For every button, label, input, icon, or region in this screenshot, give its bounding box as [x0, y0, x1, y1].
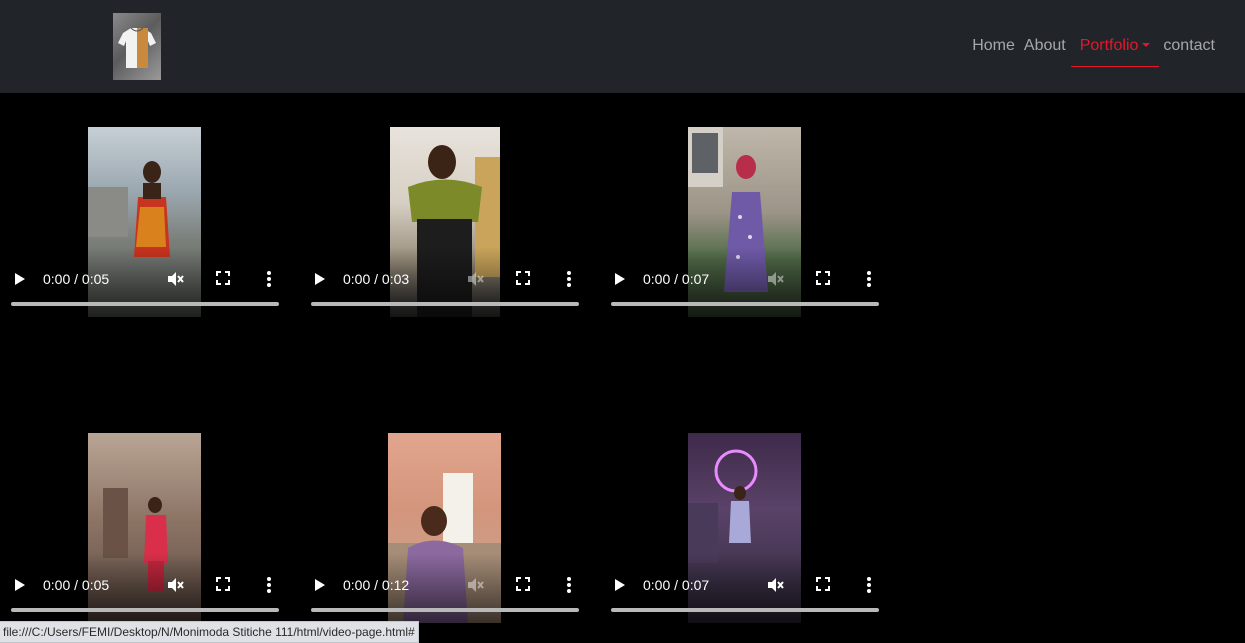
more-options-icon[interactable]	[265, 270, 273, 293]
video-time: 0:00 / 0:12	[343, 577, 410, 593]
video-time: 0:00 / 0:07	[643, 577, 710, 593]
video-progress-bar[interactable]	[611, 302, 879, 306]
brand-logo[interactable]	[113, 13, 161, 80]
video-thumbnail	[688, 127, 801, 317]
video-player[interactable]: 0:00 / 0:07	[611, 127, 881, 317]
more-options-icon[interactable]	[565, 576, 573, 599]
video-progress-bar[interactable]	[11, 302, 279, 306]
nav-portfolio-label: Portfolio	[1079, 37, 1139, 54]
nav-contact[interactable]: contact	[1159, 26, 1220, 66]
more-options-icon[interactable]	[265, 576, 273, 599]
fullscreen-icon[interactable]	[815, 576, 831, 597]
video-player[interactable]: 0:00 / 0:12	[311, 433, 581, 623]
muted-volume-icon[interactable]	[166, 270, 184, 293]
fullscreen-icon[interactable]	[515, 576, 531, 597]
nav-home[interactable]: Home	[968, 26, 1020, 66]
fullscreen-icon[interactable]	[815, 270, 831, 291]
video-time: 0:00 / 0:07	[643, 271, 710, 287]
video-thumbnail	[88, 127, 201, 317]
video-thumbnail	[88, 433, 201, 623]
nav-about[interactable]: About	[1020, 26, 1071, 66]
video-player[interactable]: 0:00 / 0:05	[11, 433, 281, 623]
video-thumbnail	[388, 433, 501, 623]
muted-volume-icon[interactable]	[766, 576, 784, 599]
play-icon[interactable]	[611, 576, 627, 599]
play-icon[interactable]	[11, 576, 27, 599]
video-thumbnail	[688, 433, 801, 623]
video-progress-bar[interactable]	[311, 302, 579, 306]
navbar: Home About Portfolio contact	[0, 0, 1245, 93]
video-progress-bar[interactable]	[311, 608, 579, 612]
more-options-icon[interactable]	[865, 576, 873, 599]
more-options-icon[interactable]	[865, 270, 873, 293]
play-icon[interactable]	[311, 576, 327, 599]
link-status-bar: file:///C:/Users/FEMI/Desktop/N/Monimoda…	[0, 621, 419, 643]
muted-volume-icon[interactable]	[766, 270, 784, 293]
fullscreen-icon[interactable]	[215, 576, 231, 597]
play-icon[interactable]	[311, 270, 327, 293]
video-player[interactable]: 0:00 / 0:07	[611, 433, 881, 623]
muted-volume-icon[interactable]	[466, 576, 484, 599]
video-player[interactable]: 0:00 / 0:05	[11, 127, 281, 317]
video-progress-bar[interactable]	[11, 608, 279, 612]
video-time: 0:00 / 0:05	[43, 271, 110, 287]
video-time: 0:00 / 0:03	[343, 271, 410, 287]
caret-down-icon	[1142, 43, 1151, 47]
muted-volume-icon[interactable]	[166, 576, 184, 599]
fullscreen-icon[interactable]	[515, 270, 531, 291]
play-icon[interactable]	[11, 270, 27, 293]
play-icon[interactable]	[611, 270, 627, 293]
video-player[interactable]: 0:00 / 0:03	[311, 127, 581, 317]
fullscreen-icon[interactable]	[215, 270, 231, 291]
nav-links: Home About Portfolio contact	[968, 26, 1220, 67]
video-time: 0:00 / 0:05	[43, 577, 110, 593]
video-progress-bar[interactable]	[611, 608, 879, 612]
nav-portfolio-dropdown[interactable]: Portfolio	[1070, 26, 1160, 67]
muted-volume-icon[interactable]	[466, 270, 484, 293]
more-options-icon[interactable]	[565, 270, 573, 293]
